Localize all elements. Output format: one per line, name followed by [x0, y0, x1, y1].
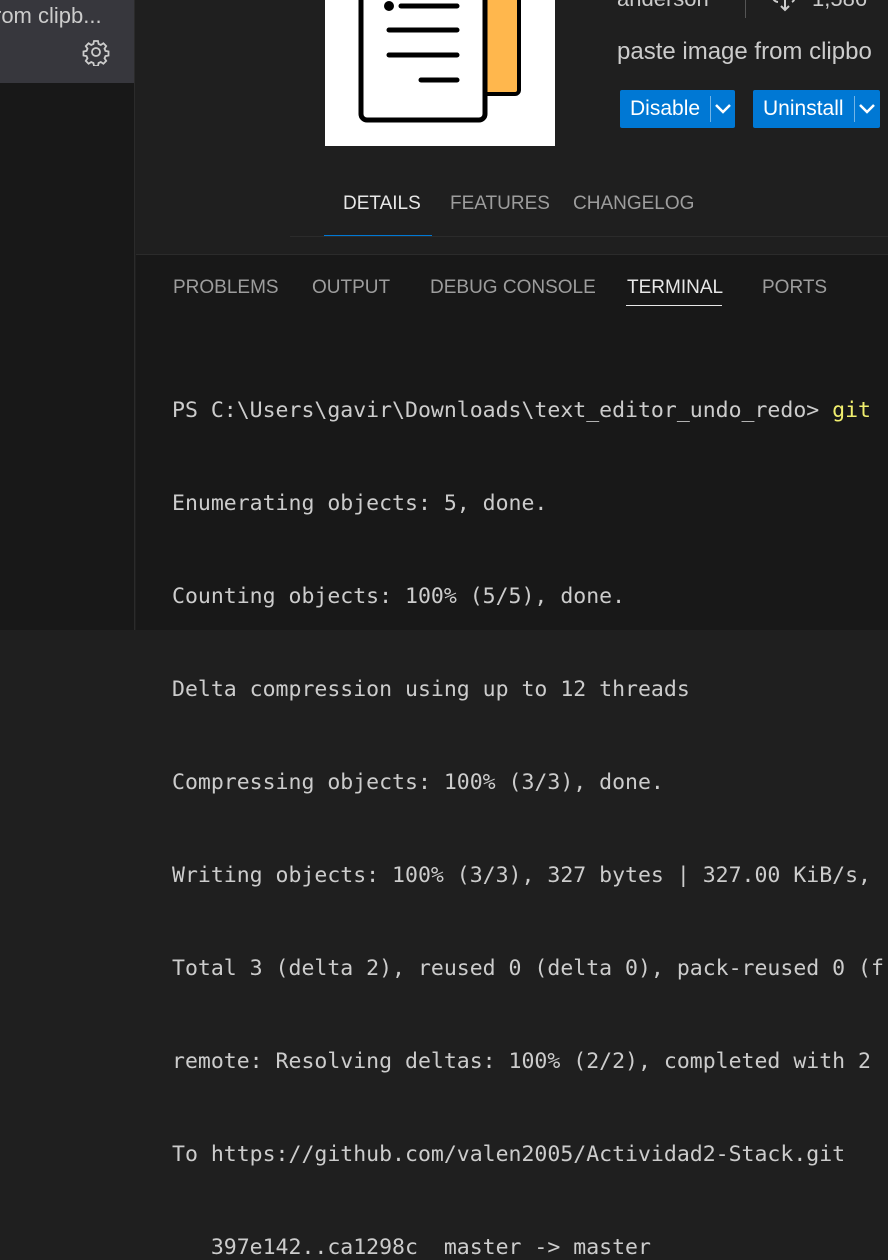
- tab-terminal[interactable]: TERMINAL: [627, 277, 723, 299]
- uninstall-button-group: Uninstall: [753, 90, 880, 128]
- tab-details[interactable]: DETAILS: [343, 193, 421, 215]
- tab-ports[interactable]: PORTS: [762, 277, 827, 299]
- publisher-name[interactable]: anderson: [617, 0, 709, 12]
- extension-logo: [325, 0, 555, 146]
- terminal-prompt-line: PS C:\Users\gavir\Downloads\text_editor_…: [172, 395, 884, 426]
- terminal-line: Compressing objects: 100% (3/3), done.: [172, 770, 664, 795]
- tab-output[interactable]: OUTPUT: [312, 277, 390, 299]
- terminal-line: To https://github.com/valen2005/Activida…: [172, 1142, 846, 1167]
- download-count: 1,586: [812, 0, 867, 12]
- tabs-divider: [290, 236, 888, 237]
- download-icon: [772, 0, 798, 12]
- terminal-line: Total 3 (delta 2), reused 0 (delta 0), p…: [172, 956, 884, 981]
- divider: [745, 0, 746, 18]
- tab-debug-console[interactable]: DEBUG CONSOLE: [430, 277, 596, 299]
- terminal-line: 397e142..ca1298c master -> master: [172, 1235, 651, 1260]
- active-panel-tab-indicator: [626, 305, 722, 306]
- terminal-prompt: PS C:\Users\gavir\Downloads\text_editor_…: [172, 398, 833, 423]
- tab-features[interactable]: FEATURES: [450, 193, 550, 215]
- terminal-line: Enumerating objects: 5, done.: [172, 491, 548, 516]
- sidebar: rom clipb...: [0, 0, 135, 630]
- terminal-line: Counting objects: 100% (5/5), done.: [172, 584, 626, 609]
- active-tab-indicator: [324, 235, 432, 236]
- terminal-line: Writing objects: 100% (3/3), 327 bytes |…: [172, 863, 871, 888]
- disable-dropdown-chevron-icon[interactable]: [711, 90, 735, 128]
- uninstall-button[interactable]: Uninstall: [753, 97, 854, 121]
- terminal-output[interactable]: PS C:\Users\gavir\Downloads\text_editor_…: [172, 333, 884, 1260]
- uninstall-dropdown-chevron-icon[interactable]: [854, 90, 880, 128]
- sidebar-item-label: rom clipb...: [0, 3, 102, 28]
- tab-problems[interactable]: PROBLEMS: [173, 277, 279, 299]
- tab-changelog[interactable]: CHANGELOG: [573, 193, 694, 215]
- extension-description: paste image from clipbo: [617, 38, 872, 65]
- disable-button[interactable]: Disable: [620, 97, 710, 121]
- terminal-line: remote: Resolving deltas: 100% (2/2), co…: [172, 1049, 871, 1074]
- gear-icon[interactable]: [82, 38, 110, 67]
- terminal-command: git: [832, 398, 871, 423]
- terminal-line: Delta compression using up to 12 threads: [172, 677, 690, 702]
- disable-button-group: Disable: [620, 90, 735, 128]
- sidebar-item-extension[interactable]: rom clipb...: [0, 0, 134, 83]
